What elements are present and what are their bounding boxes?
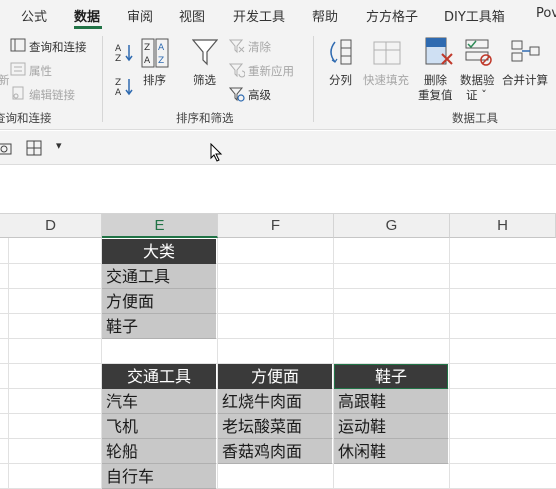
- borders-icon[interactable]: [26, 140, 42, 156]
- data-validation-icon: [465, 39, 492, 66]
- group-label-data-tools: 数据工具: [452, 111, 498, 125]
- reapply-icon: [229, 63, 245, 78]
- table2-header-shoes[interactable]: 鞋子: [334, 364, 448, 389]
- reapply-button[interactable]: 重新应用: [248, 63, 294, 79]
- gridline: [0, 288, 556, 289]
- remove-duplicates-icon: [425, 37, 453, 65]
- table2-header-noodles[interactable]: 方便面: [218, 364, 332, 389]
- svg-text:Z: Z: [158, 56, 164, 66]
- svg-text:A: A: [144, 56, 151, 66]
- worksheet-grid[interactable]: D E F G H 大类 交通工具 方便面 鞋子 交通工具 方便面 鞋子 汽车 …: [0, 214, 556, 489]
- qat-customize-dropdown[interactable]: ▾: [56, 139, 62, 152]
- flash-fill-icon: [373, 41, 401, 65]
- clear-button[interactable]: 清除: [248, 39, 271, 55]
- column-header-h[interactable]: H: [450, 214, 556, 238]
- tab-power[interactable]: Pov: [536, 6, 556, 21]
- ribbon-tabs: 公式 数据 审阅 视图 开发工具 帮助 方方格子 DIY工具箱 Pov: [0, 0, 556, 30]
- tab-diy-toolbox[interactable]: DIY工具箱: [444, 6, 505, 25]
- table2-cell[interactable]: 轮船: [102, 439, 216, 464]
- tab-review[interactable]: 审阅: [127, 6, 153, 25]
- text-to-columns-icon: [330, 39, 352, 65]
- sort-icon: Z A A Z: [141, 38, 169, 68]
- gridline: [0, 313, 556, 314]
- edit-links-button[interactable]: 编辑链接: [29, 87, 75, 103]
- svg-text:A: A: [115, 88, 122, 96]
- table2-cell[interactable]: 运动鞋: [334, 414, 448, 439]
- table2-cell[interactable]: 老坛酸菜面: [218, 414, 332, 439]
- table2-cell[interactable]: 飞机: [102, 414, 216, 439]
- formula-area: [0, 166, 556, 214]
- data-validation-button[interactable]: 数据验: [460, 72, 495, 88]
- data-validation-dropdown[interactable]: 证 ˇ: [466, 87, 487, 103]
- properties-button[interactable]: 属性: [29, 63, 52, 79]
- filter-icon: [192, 39, 218, 66]
- category-cell[interactable]: 交通工具: [102, 264, 216, 289]
- column-header-d[interactable]: D: [0, 214, 102, 238]
- table2-cell[interactable]: 休闲鞋: [334, 439, 448, 464]
- table2-cell[interactable]: 汽车: [102, 389, 216, 414]
- sort-za-icon[interactable]: Z A: [114, 76, 134, 96]
- sort-az-icon[interactable]: A Z: [114, 42, 134, 62]
- flash-fill-button[interactable]: 快速填充: [363, 72, 409, 88]
- tab-formulas[interactable]: 公式: [21, 6, 47, 25]
- edit-links-icon: [12, 86, 24, 100]
- group-separator: [313, 36, 314, 122]
- active-tab-indicator: [74, 26, 102, 29]
- tab-view[interactable]: 视图: [179, 6, 205, 25]
- table2-cell[interactable]: 香菇鸡肉面: [218, 439, 332, 464]
- filter-button[interactable]: 筛选: [193, 72, 216, 88]
- tab-developer[interactable]: 开发工具: [233, 6, 285, 25]
- camera-icon[interactable]: [0, 141, 12, 155]
- gridline: [0, 263, 556, 264]
- query-connect-button[interactable]: 查询和连接: [29, 39, 87, 55]
- sort-button[interactable]: 排序: [143, 72, 166, 88]
- category-cell[interactable]: 鞋子: [102, 314, 216, 339]
- svg-text:Z: Z: [115, 78, 121, 88]
- text-to-columns-button[interactable]: 分列: [329, 72, 352, 88]
- remove-duplicates-button[interactable]: 删除: [424, 72, 447, 88]
- svg-text:Z: Z: [115, 54, 121, 62]
- svg-text:A: A: [115, 44, 122, 54]
- remove-duplicates-label-2: 重复值: [418, 88, 453, 102]
- advanced-filter-icon: [229, 87, 245, 102]
- tab-help[interactable]: 帮助: [312, 6, 338, 25]
- clear-filter-icon: [229, 39, 245, 54]
- svg-text:Z: Z: [144, 43, 150, 53]
- svg-text:A: A: [158, 43, 165, 53]
- column-header-e[interactable]: E: [102, 214, 218, 238]
- table2-cell[interactable]: 自行车: [102, 464, 216, 489]
- consolidate-icon: [511, 40, 540, 62]
- tab-data[interactable]: 数据: [74, 6, 100, 25]
- gridline: [0, 338, 556, 339]
- ribbon: 新 查询和连接 属性 编辑链接 查询和连接 A Z Z A Z A A Z 排序…: [0, 30, 556, 130]
- mouse-cursor-icon: [210, 143, 223, 162]
- excel-window: { "ribbon_tabs": ["公式", "数据", "审阅", "视图"…: [0, 0, 556, 489]
- advanced-button[interactable]: 高级: [248, 87, 271, 103]
- group-separator: [102, 36, 103, 122]
- quick-access-toolbar: ▾: [0, 131, 556, 165]
- category-header-cell[interactable]: 大类: [102, 239, 216, 264]
- column-header-f[interactable]: F: [218, 214, 334, 238]
- properties-icon: [10, 62, 26, 76]
- table2-header-transport[interactable]: 交通工具: [102, 364, 216, 389]
- group-label-sort-filter: 排序和筛选: [176, 111, 234, 125]
- table2-cell[interactable]: 高跟鞋: [334, 389, 448, 414]
- column-header-g[interactable]: G: [334, 214, 450, 238]
- group-label-query: 查询和连接: [0, 111, 52, 125]
- table2-cell[interactable]: 红烧牛肉面: [218, 389, 332, 414]
- query-connect-icon: [10, 38, 26, 52]
- category-cell[interactable]: 方便面: [102, 289, 216, 314]
- tab-ffgz[interactable]: 方方格子: [366, 6, 418, 25]
- partial-new-query: 新: [0, 73, 10, 87]
- consolidate-button[interactable]: 合并计算: [502, 72, 548, 88]
